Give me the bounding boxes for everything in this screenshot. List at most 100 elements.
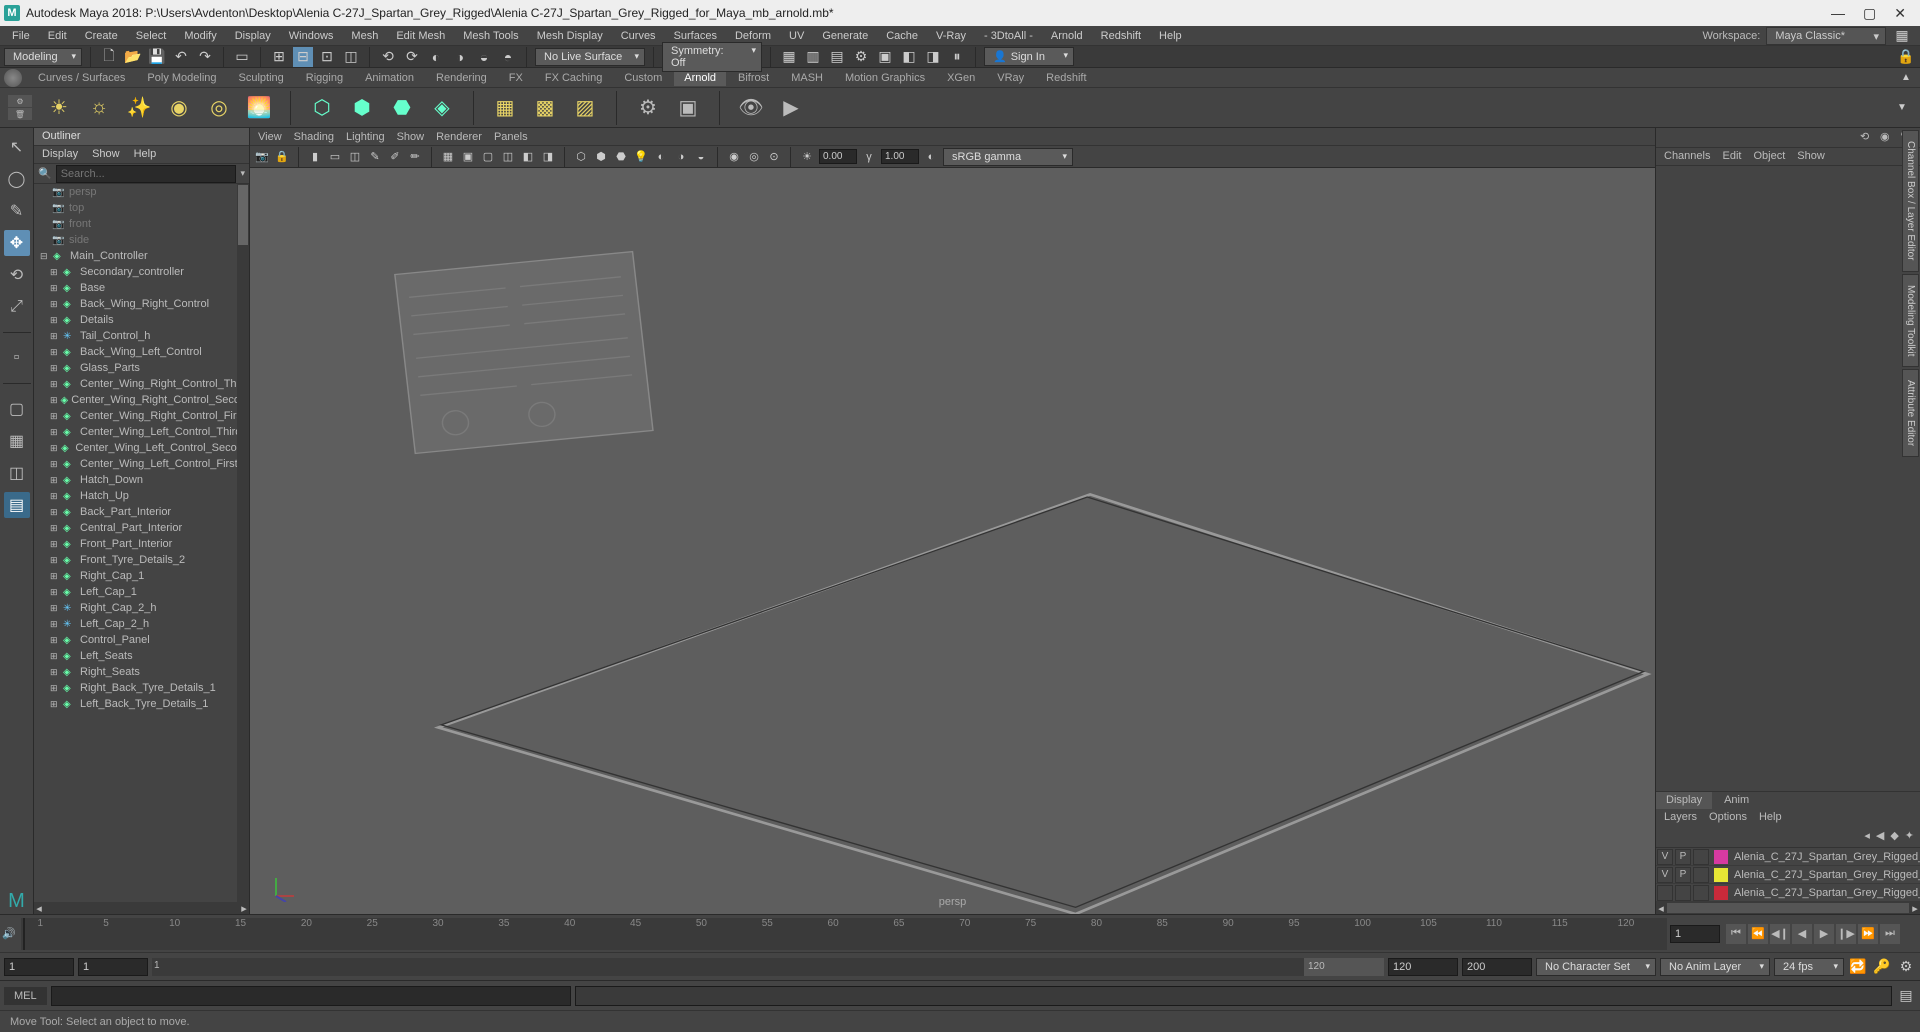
tx-manager-icon[interactable]: ▣: [673, 93, 703, 123]
goto-end-icon[interactable]: ⏭: [1880, 924, 1900, 944]
step-fwd-icon[interactable]: ❙▶: [1836, 924, 1856, 944]
goto-start-icon[interactable]: ⏮: [1726, 924, 1746, 944]
expand-icon[interactable]: ⊞: [50, 491, 60, 502]
shelf-tab-arnold[interactable]: Arnold: [674, 70, 726, 86]
ch-menu-channels[interactable]: Channels: [1664, 150, 1710, 163]
time-slider[interactable]: 1510152025303540455055606570758085909510…: [21, 918, 1667, 950]
menu-modify[interactable]: Modify: [176, 28, 224, 44]
create-shader-icon[interactable]: ▦: [490, 93, 520, 123]
shelf-tab-animation[interactable]: Animation: [355, 70, 424, 86]
anim-end-input[interactable]: [1388, 958, 1458, 976]
standin-icon[interactable]: ⬡: [307, 93, 337, 123]
panel-icon[interactable]: ◧: [899, 47, 919, 67]
menu-v-ray[interactable]: V-Ray: [928, 28, 974, 44]
shelf-up-icon[interactable]: ▲: [1896, 68, 1916, 88]
shelf-tab-redshift[interactable]: Redshift: [1036, 70, 1096, 86]
vp-2d-icon[interactable]: ◫: [347, 149, 363, 165]
vp-lock-icon[interactable]: 🔒: [274, 149, 290, 165]
shelf-tab-curves-surfaces[interactable]: Curves / Surfaces: [28, 70, 135, 86]
redo-icon[interactable]: ↷: [195, 47, 215, 67]
menu-generate[interactable]: Generate: [814, 28, 876, 44]
shelf-tab-vray[interactable]: VRay: [987, 70, 1034, 86]
file-new-icon[interactable]: 🗋: [99, 47, 119, 67]
scale-tool[interactable]: ⤢: [4, 294, 30, 320]
area-light-icon[interactable]: ☀: [44, 93, 74, 123]
move-tool[interactable]: ✥: [4, 230, 30, 256]
menu-select[interactable]: Select: [128, 28, 175, 44]
undo-icon[interactable]: ↶: [171, 47, 191, 67]
outliner-item[interactable]: ⊞◈Center_Wing_Right_Control_Second: [34, 392, 249, 408]
snap-point-icon[interactable]: ⊡: [317, 47, 337, 67]
lay-menu-help[interactable]: Help: [1759, 811, 1782, 825]
exposure-input[interactable]: [819, 149, 857, 164]
vp-grease-icon[interactable]: ✎: [367, 149, 383, 165]
vp-light-icon[interactable]: 💡: [633, 149, 649, 165]
vp-gate-icon[interactable]: ▢: [480, 149, 496, 165]
layer-playback-toggle[interactable]: [1675, 885, 1691, 901]
expand-icon[interactable]: ⊞: [50, 667, 60, 678]
layer-color-swatch[interactable]: [1714, 868, 1728, 882]
step-back-key-icon[interactable]: ⏪: [1748, 924, 1768, 944]
outliner-item[interactable]: 📷top: [34, 200, 249, 216]
ch-menu-edit[interactable]: Edit: [1722, 150, 1741, 163]
ipr-icon[interactable]: ▤: [827, 47, 847, 67]
maya-logo-icon[interactable]: M: [4, 888, 30, 914]
play-back-icon[interactable]: ◀: [1792, 924, 1812, 944]
construction-icon2[interactable]: ◑: [450, 47, 470, 67]
outliner-item[interactable]: ⊞◈Central_Part_Interior: [34, 520, 249, 536]
layout-icon[interactable]: ▤: [4, 492, 30, 518]
rp-icon1[interactable]: ⟲: [1860, 130, 1874, 144]
layer-hscroll[interactable]: ◂▸: [1656, 902, 1920, 914]
fps-selector[interactable]: 24 fps: [1774, 958, 1844, 976]
side-tab-channel-box-layer-editor[interactable]: Channel Box / Layer Editor: [1902, 130, 1919, 272]
command-input[interactable]: [51, 986, 571, 1006]
shelf-trash-icon[interactable]: 🗑: [8, 108, 32, 120]
search-input[interactable]: [56, 165, 237, 183]
anim-tab[interactable]: Anim: [1714, 792, 1759, 809]
outliner-item[interactable]: ⊞◈Front_Tyre_Details_2: [34, 552, 249, 568]
side-tab-attribute-editor[interactable]: Attribute Editor: [1902, 369, 1919, 457]
search-dropdown-icon[interactable]: ▾: [240, 168, 245, 179]
expand-icon[interactable]: ⊞: [50, 411, 60, 422]
mesh-light-icon[interactable]: ✨: [124, 93, 154, 123]
vp-shade-icon[interactable]: ⬢: [593, 149, 609, 165]
shader-icon2[interactable]: ▩: [530, 93, 560, 123]
outliner-item[interactable]: ⊞◈Details: [34, 312, 249, 328]
menu-edit-mesh[interactable]: Edit Mesh: [388, 28, 453, 44]
render-icon[interactable]: ▦: [779, 47, 799, 67]
outliner-item[interactable]: 📷front: [34, 216, 249, 232]
single-pane-icon[interactable]: ▢: [4, 396, 30, 422]
expand-icon[interactable]: ⊞: [50, 539, 60, 550]
animlayer-selector[interactable]: No Anim Layer: [1660, 958, 1770, 976]
vp-wire-icon[interactable]: ⬡: [573, 149, 589, 165]
shelf-tab-bifrost[interactable]: Bifrost: [728, 70, 779, 86]
expand-icon[interactable]: ⊞: [50, 587, 60, 598]
expand-icon[interactable]: ⊞: [50, 619, 60, 630]
timeline-sound-icon[interactable]: 🔊: [0, 927, 18, 940]
outliner-menu-show[interactable]: Show: [92, 148, 120, 161]
shelf-menu-icon[interactable]: [4, 69, 22, 87]
outliner-item[interactable]: ⊞◈Left_Cap_1: [34, 584, 249, 600]
outliner-item[interactable]: ⊞◈Base: [34, 280, 249, 296]
layer-color-swatch[interactable]: [1714, 850, 1728, 864]
vp-menu-renderer[interactable]: Renderer: [436, 131, 482, 143]
snap-plane-icon[interactable]: ◫: [341, 47, 361, 67]
outliner-item[interactable]: ⊞◈Center_Wing_Right_Control_Third: [34, 376, 249, 392]
render-icon2[interactable]: ▥: [803, 47, 823, 67]
maximize-btn[interactable]: ▢: [1863, 5, 1876, 22]
expand-icon[interactable]: ⊞: [50, 475, 60, 486]
layer-vis-toggle[interactable]: V: [1657, 867, 1673, 883]
range-start-input[interactable]: [4, 958, 74, 976]
side-tab-modeling-toolkit[interactable]: Modeling Toolkit: [1902, 274, 1919, 368]
outliner-item[interactable]: ⊞◈Right_Cap_1: [34, 568, 249, 584]
expand-icon[interactable]: ⊞: [50, 443, 58, 454]
signin-button[interactable]: 👤Sign In: [984, 47, 1074, 66]
outliner-item[interactable]: ⊞◈Hatch_Down: [34, 472, 249, 488]
anim-start-input[interactable]: [78, 958, 148, 976]
current-frame-input[interactable]: [1670, 925, 1720, 943]
outliner-item[interactable]: ⊞◈Control_Panel: [34, 632, 249, 648]
render-view-icon[interactable]: ▣: [875, 47, 895, 67]
ipr-render-icon[interactable]: ▶: [776, 93, 806, 123]
vp-menu-panels[interactable]: Panels: [494, 131, 528, 143]
layer-vis-toggle[interactable]: [1657, 885, 1673, 901]
